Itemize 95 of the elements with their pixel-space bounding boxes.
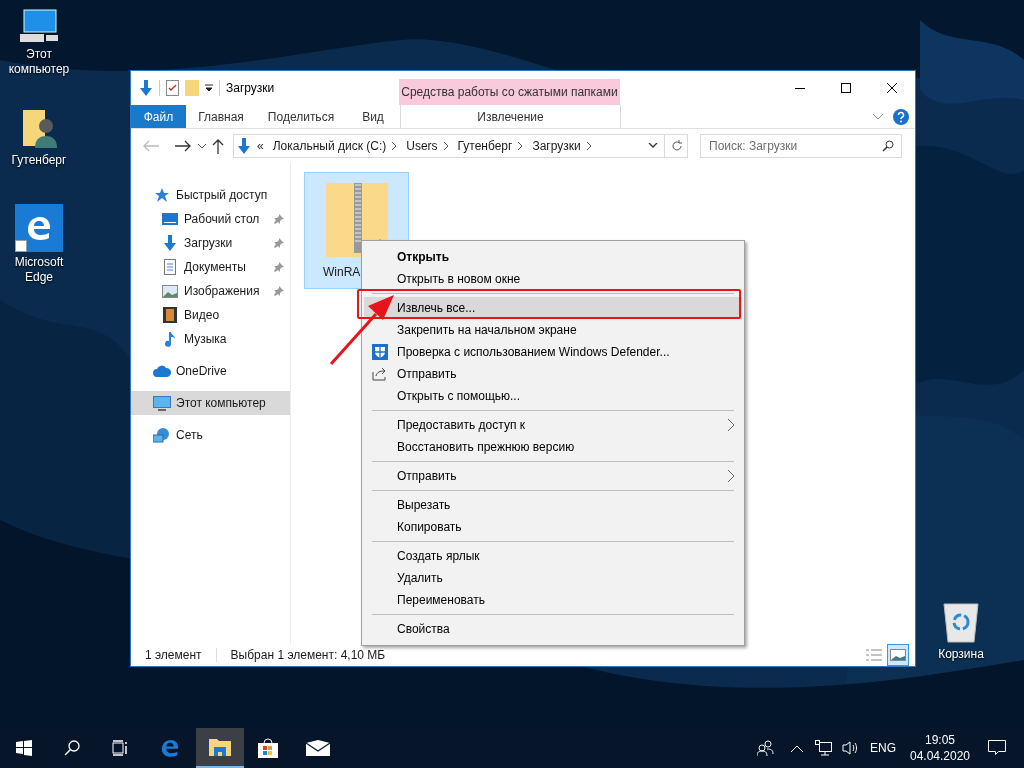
minimize-icon xyxy=(795,87,805,89)
nav-item[interactable]: Сеть xyxy=(131,423,290,447)
people-icon[interactable] xyxy=(757,740,775,756)
ribbon-tab[interactable]: Главная xyxy=(186,105,256,128)
menu-item[interactable]: Открыть с помощью... xyxy=(364,385,742,407)
chevron-right-icon[interactable] xyxy=(586,141,592,150)
chevron-right-icon[interactable] xyxy=(392,141,398,150)
clock[interactable]: 19:05 04.04.2020 xyxy=(910,732,970,764)
nav-item[interactable]: Документы xyxy=(131,255,290,279)
nav-item[interactable]: Быстрый доступ xyxy=(131,183,290,207)
menu-item[interactable]: Свойства xyxy=(364,618,742,640)
nav-item[interactable]: Изображения xyxy=(131,279,290,303)
language-indicator[interactable]: ENG xyxy=(870,739,896,757)
nav-item[interactable]: Загрузки xyxy=(131,231,290,255)
taskbar-button[interactable] xyxy=(196,728,244,768)
menu-item[interactable]: Проверка с использованием Windows Defender... xyxy=(364,341,742,363)
windows-logo-icon xyxy=(16,740,32,756)
menu-item[interactable]: Отправить xyxy=(364,465,742,487)
desktop-icon-label[interactable]: Гутенберг xyxy=(11,153,67,168)
download-arrow-icon xyxy=(163,235,177,251)
computer-icon xyxy=(153,395,171,411)
recycle-bin-icon xyxy=(941,600,981,644)
ribbon-group-title: Средства работы со сжатыми папками xyxy=(401,84,618,101)
overflow-chevron[interactable]: « xyxy=(257,136,264,155)
menu-item[interactable]: Переименовать xyxy=(364,589,742,611)
task-view-icon xyxy=(111,740,129,756)
download-arrow-icon xyxy=(237,137,251,154)
share-icon xyxy=(372,367,387,381)
status-text: 1 элемент xyxy=(145,647,202,664)
film-icon xyxy=(163,307,177,323)
menu-item[interactable]: Закрепить на начальном экране xyxy=(364,319,742,341)
dropdown-caret-icon[interactable] xyxy=(205,84,213,92)
folder-icon xyxy=(208,737,232,757)
menu-item[interactable]: Создать ярлык xyxy=(364,545,742,567)
desktop-icon-label[interactable]: Корзина xyxy=(938,647,984,662)
nav-item[interactable]: OneDrive xyxy=(131,359,290,383)
breadcrumb-item[interactable]: Гутенберг xyxy=(457,136,513,155)
ribbon-tab[interactable]: Извлечение xyxy=(400,105,621,128)
chevron-up-icon[interactable] xyxy=(791,744,803,752)
desktop-icon-label[interactable]: Microsoft Edge xyxy=(0,255,78,285)
nav-item[interactable]: Музыка xyxy=(131,327,290,351)
menu-item[interactable]: Восстановить прежнюю версию xyxy=(364,436,742,458)
breadcrumb-item[interactable]: Users xyxy=(406,136,438,155)
maximize-icon xyxy=(841,83,851,93)
refresh-icon[interactable] xyxy=(671,139,683,152)
mail-envelope-icon xyxy=(306,740,330,756)
up-arrow-icon[interactable] xyxy=(211,137,225,154)
notification-icon[interactable] xyxy=(988,740,1006,756)
forward-arrow-icon[interactable] xyxy=(173,138,193,153)
menu-item[interactable]: Вырезать xyxy=(364,494,742,516)
desktop-icon xyxy=(162,212,178,226)
download-arrow-icon[interactable] xyxy=(139,80,153,96)
image-icon xyxy=(162,284,178,298)
breadcrumb-item[interactable]: Локальный диск (C:) xyxy=(272,136,387,155)
ribbon-tab[interactable]: Поделиться xyxy=(256,105,346,128)
ribbon-tab[interactable]: Файл xyxy=(131,105,186,128)
close-icon xyxy=(887,83,897,93)
menu-item[interactable]: Копировать xyxy=(364,516,742,538)
edge-icon xyxy=(15,204,63,252)
ribbon-tab[interactable]: Вид xyxy=(346,105,400,128)
tiles-view-icon xyxy=(890,649,906,661)
window-title: Загрузки xyxy=(226,80,275,97)
network-icon xyxy=(153,427,171,443)
nav-item[interactable]: Видео xyxy=(131,303,290,327)
status-text: Выбран 1 элемент: 4,10 МБ xyxy=(230,647,386,664)
chevron-right-icon[interactable] xyxy=(443,141,449,150)
chevron-right-icon[interactable] xyxy=(518,141,524,150)
music-note-icon xyxy=(164,331,176,347)
chevron-down-icon[interactable] xyxy=(648,142,658,149)
search-icon xyxy=(64,740,80,756)
search-icon xyxy=(882,139,894,152)
view-toggle-button[interactable] xyxy=(887,644,909,666)
document-icon xyxy=(164,259,176,275)
file-name: WinRA xyxy=(322,264,361,281)
speaker-icon[interactable] xyxy=(842,741,860,755)
checklist-icon[interactable] xyxy=(166,80,179,96)
menu-item[interactable]: Удалить xyxy=(364,567,742,589)
store-bag-icon xyxy=(257,737,279,759)
address-bar[interactable]: « Локальный диск (C:) Users Гутенберг Загрузки xyxy=(233,133,688,158)
desktop-icon-label[interactable]: Этот компьютер xyxy=(0,47,78,77)
menu-item[interactable]: Отправить xyxy=(364,363,742,385)
star-icon xyxy=(154,187,170,203)
computer-icon xyxy=(18,8,60,44)
network-icon[interactable] xyxy=(815,740,832,756)
breadcrumb-item[interactable]: Загрузки xyxy=(532,136,581,155)
edge-icon xyxy=(159,737,181,759)
cloud-icon xyxy=(153,365,171,377)
details-view-icon xyxy=(866,649,882,661)
nav-item[interactable]: Этот компьютер xyxy=(131,391,290,415)
nav-item[interactable]: Рабочий стол xyxy=(131,207,290,231)
dropdown-caret-icon[interactable] xyxy=(197,142,207,149)
search-field[interactable]: Поиск: Загрузки xyxy=(700,133,902,158)
shield-icon xyxy=(372,344,388,360)
help-icon[interactable] xyxy=(893,108,909,125)
menu-item[interactable]: Предоставить доступ к xyxy=(364,414,742,436)
